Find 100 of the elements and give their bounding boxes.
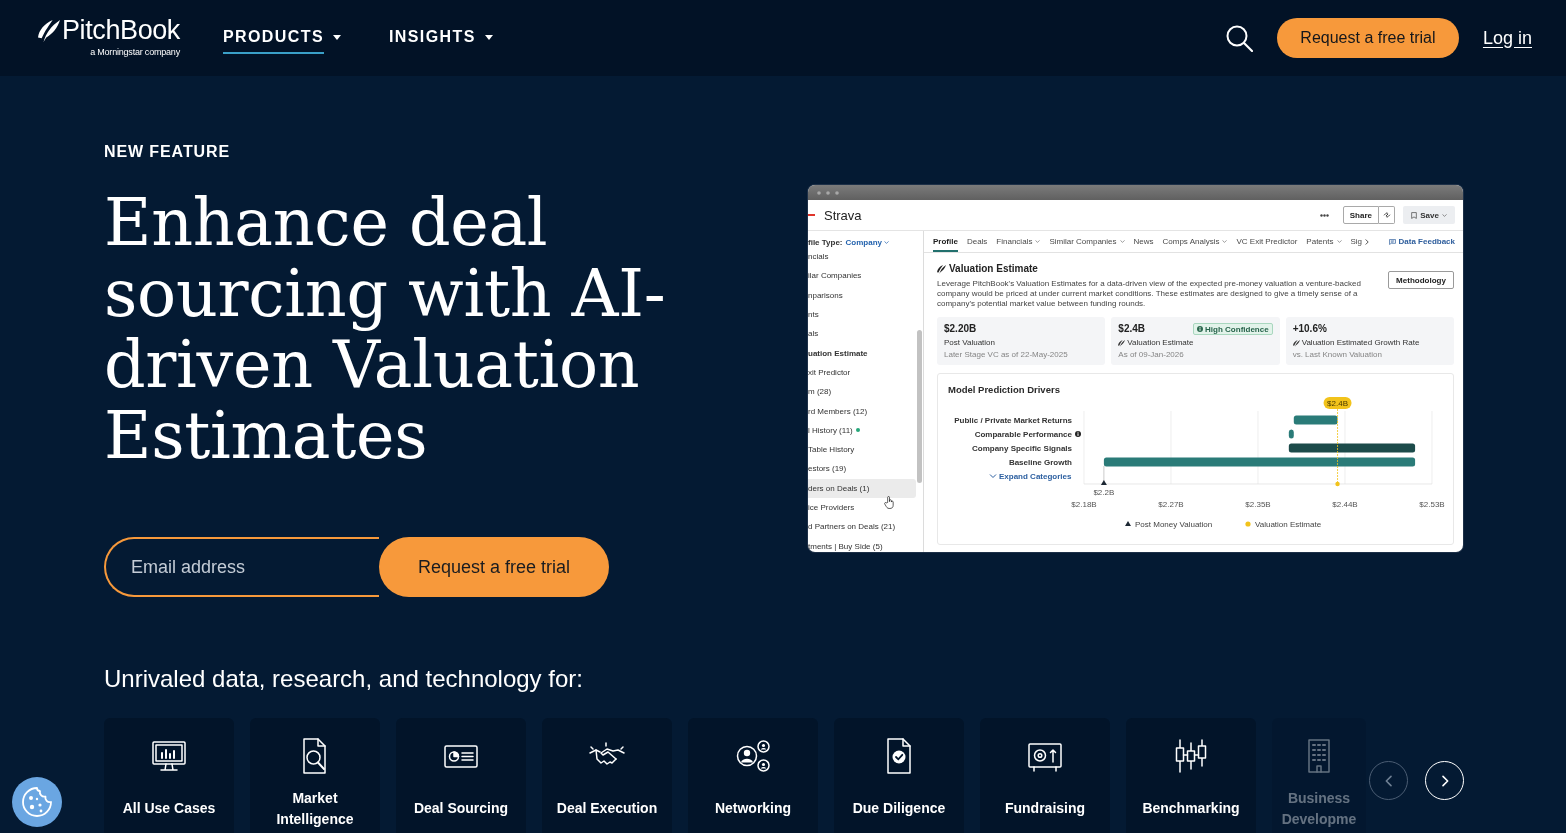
tab[interactable]: Sig	[1350, 231, 1363, 252]
dash-icon	[808, 214, 815, 216]
scrollbar[interactable]	[917, 330, 922, 483]
share-button[interactable]: Share	[1342, 206, 1379, 224]
expand-categories-link[interactable]: Expand Categories	[999, 471, 1072, 481]
more-button[interactable]	[1319, 213, 1329, 217]
tab[interactable]: Financials	[996, 231, 1041, 252]
search-button[interactable]	[1225, 24, 1253, 52]
nav-menu-item[interactable]: PRODUCTS	[222, 18, 341, 54]
tick-label: $2.35B	[1245, 500, 1271, 509]
request-trial-button[interactable]: Request a free trial	[379, 537, 609, 597]
sidebar-item[interactable]: ice Providers	[808, 497, 916, 518]
sidebar-item[interactable]: nts	[808, 304, 916, 325]
methodology-button[interactable]: Methodology	[1388, 271, 1454, 289]
use-case-card[interactable]: Business Developme	[1272, 718, 1366, 833]
candlestick-chart-icon	[1173, 738, 1209, 774]
cookie-icon	[21, 786, 53, 818]
caret-down-icon	[484, 34, 493, 40]
search-icon	[1225, 24, 1253, 52]
tab[interactable]: VC Exit Predictor	[1236, 231, 1298, 252]
chevron-right-icon	[1365, 238, 1370, 245]
category-label: Comparable Performance	[974, 429, 1072, 439]
stat-note: vs. Last Known Valuation	[1292, 350, 1383, 360]
sidebar-item[interactable]: rd Members (12)	[808, 401, 916, 421]
marker-label: $2.2B	[1093, 488, 1115, 497]
stat-note: As of 09-Jan-2026	[1118, 350, 1185, 360]
stat-label: Post Valuation	[944, 338, 995, 348]
sidebar-item[interactable]: l History (11)	[808, 420, 916, 440]
sidebar-item[interactable]: estors (19)	[808, 459, 916, 479]
category-label: Public / Private Market Returns	[954, 415, 1072, 425]
caret-down-icon	[1222, 240, 1228, 243]
use-case-card[interactable]: Benchmarking	[1126, 718, 1256, 833]
use-case-card[interactable]: Fundraising	[980, 718, 1110, 833]
sidebar-item[interactable]: d Partners on Deals (21)	[808, 517, 916, 537]
hero-headline: Enhance deal sourcing with AI-driven Valuation Estimates	[104, 187, 667, 471]
legend-label: Post Money Valuation	[1135, 520, 1213, 529]
use-case-card[interactable]: Networking	[688, 718, 818, 833]
login-link[interactable]: Log in	[1482, 27, 1532, 49]
monitor-chart-icon	[151, 738, 187, 774]
save-button[interactable]: Save	[1403, 206, 1455, 224]
caret-down-icon	[1119, 240, 1125, 243]
profile-type-dropdown[interactable]: Company	[845, 237, 889, 247]
profile-type-label: file Type:	[808, 237, 843, 247]
sidebar-item[interactable]: m (28)	[808, 382, 916, 402]
status-dot-icon	[855, 428, 860, 433]
sidebar-item[interactable]: tments | Buy Side (5)	[808, 536, 916, 552]
copy-link-button[interactable]	[1379, 206, 1395, 224]
cookie-settings-button[interactable]	[12, 777, 62, 827]
sidebar-item[interactable]: uation Estimate	[808, 343, 916, 363]
email-field[interactable]: Email address	[104, 537, 379, 597]
logo-wordmark: PitchBook	[62, 17, 180, 44]
tab[interactable]: Comps Analysis	[1162, 231, 1228, 252]
sidebar-item[interactable]: xit Predictor	[808, 362, 916, 383]
company-name: Strava	[824, 207, 862, 223]
chart-title: Model Prediction Drivers	[947, 383, 1061, 396]
triangle-marker-icon	[1100, 466, 1107, 485]
feather-logo-icon	[38, 19, 60, 42]
tab[interactable]: Patents	[1306, 231, 1342, 252]
use-case-card[interactable]: Market Intelligence	[250, 718, 380, 833]
caret-down-icon	[1035, 240, 1041, 243]
request-trial-button[interactable]: Request a free trial	[1276, 18, 1459, 58]
info-icon	[1197, 326, 1204, 332]
sidebar-item[interactable]: ders on Deals (1)	[808, 478, 916, 498]
tab[interactable]: Profile	[933, 231, 958, 252]
legend-label: Valuation Estimate	[1255, 520, 1322, 529]
tab[interactable]: News	[1133, 231, 1154, 252]
tick-label: $2.27B	[1158, 500, 1184, 509]
link-icon	[1382, 211, 1391, 219]
ref-line-label: $2.4B	[1327, 398, 1348, 408]
tab[interactable]: Deals	[966, 231, 988, 252]
section-heading: Unrivaled data, research, and technology for:	[104, 664, 584, 694]
comment-icon	[1388, 238, 1396, 245]
tick-label: $2.53B	[1419, 500, 1445, 509]
use-case-card[interactable]: Due Diligence	[834, 718, 964, 833]
sidebar-item[interactable]: nparisons	[808, 285, 916, 305]
stat-note: Later Stage VC as of 22-May-2025	[944, 350, 1069, 360]
hand-cursor-icon	[884, 496, 895, 509]
caret-down-icon	[1441, 213, 1447, 217]
nav-menu-item[interactable]: INSIGHTS	[388, 18, 493, 54]
use-case-card[interactable]: All Use Cases	[104, 718, 234, 833]
feather-icon	[1118, 339, 1126, 347]
feather-icon	[1292, 339, 1300, 347]
stat-label: Valuation Estimated Growth Rate	[1301, 338, 1420, 348]
sidebar-item[interactable]: ncials	[808, 253, 916, 267]
confidence-label: High Confidence	[1205, 324, 1269, 334]
eyebrow-label: NEW FEATURE	[104, 142, 232, 162]
logo-tagline: a Morningstar company	[90, 47, 180, 57]
stat-value: $2.4B	[1118, 323, 1145, 335]
data-feedback-link[interactable]: Data Feedback	[1388, 231, 1455, 252]
use-case-card[interactable]: Deal Execution	[542, 718, 672, 833]
category-label: Baseline Growth	[1008, 457, 1072, 467]
tab[interactable]: Similar Companies	[1049, 231, 1125, 252]
sidebar-item[interactable]: Table History	[808, 439, 916, 460]
use-case-card[interactable]: Deal Sourcing	[396, 718, 526, 833]
estimate-value-tag: $2.4B	[1323, 397, 1352, 409]
caret-down-icon	[332, 34, 341, 40]
tick-label: $2.18B	[1071, 500, 1097, 509]
sidebar-item[interactable]: ilar Companies	[808, 266, 916, 286]
sidebar-item[interactable]: als	[808, 324, 916, 344]
section-description: Leverage PitchBook's Valuation Estimates for a data-driven view of the expected pre-money valuation a venture-backed company would be priced at under current market conditions. These estimates are designed to give a timely sense of a company's potential market value between funding rounds.	[937, 279, 1362, 309]
